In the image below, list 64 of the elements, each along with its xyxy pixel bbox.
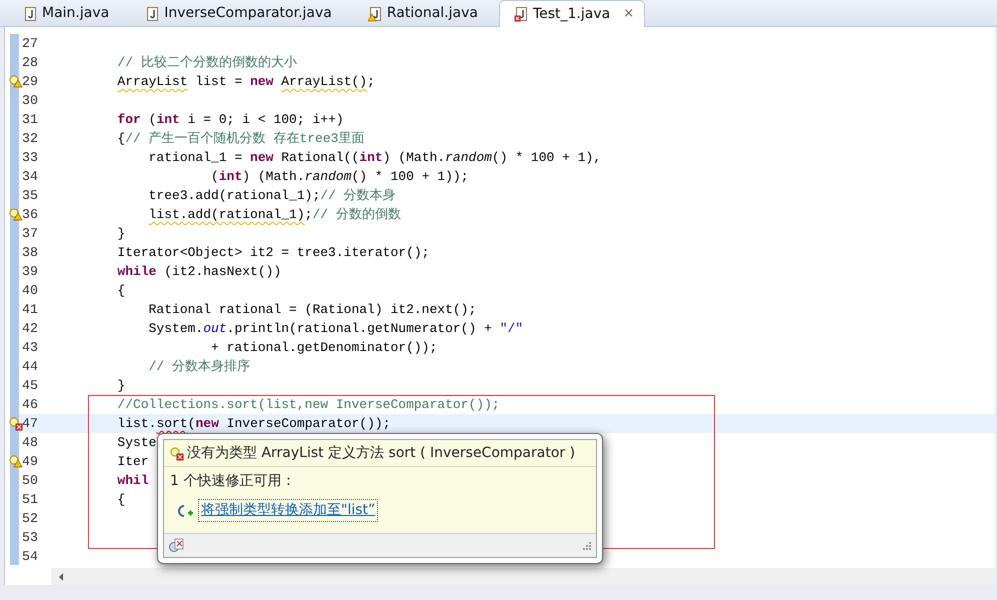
- line-number: 39: [22, 262, 38, 281]
- line-number: 49: [22, 452, 38, 471]
- line-number: 46: [22, 396, 38, 414]
- resize-grip-icon: [581, 540, 592, 551]
- code-line: {: [116, 282, 126, 300]
- close-icon[interactable]: ⨯: [623, 4, 634, 24]
- lightbulb-error-icon: [170, 446, 184, 460]
- line-number: 34: [22, 168, 38, 186]
- editor-tab[interactable]: Test_1.java ⨯: [498, 0, 646, 27]
- quick-fix-icon: [178, 504, 194, 518]
- line-number: 42: [22, 320, 38, 338]
- code-line: list.add(rational_1);// 分数的倒数: [148, 206, 401, 224]
- scroll-left-icon: [57, 572, 65, 582]
- line-number: 50: [22, 472, 38, 490]
- code-line: rational_1 = new Rational((int) (Math.random() * 100 + 1),: [148, 148, 602, 167]
- code-line: }: [116, 376, 126, 395]
- code-line: // 分数本身排序: [148, 358, 250, 376]
- code-line: ArrayList list = new ArrayList();: [116, 72, 375, 91]
- code-line: //Collections.sort(list,new InverseComparator());: [116, 396, 500, 414]
- line-number: 45: [22, 376, 38, 395]
- code-line: Syste: [116, 434, 156, 452]
- line-number: 31: [22, 110, 38, 129]
- line-number: 44: [22, 358, 38, 376]
- line-number: 28: [22, 54, 38, 72]
- code-line: System.out.println(rational.getNumerator() + "/": [148, 320, 524, 338]
- editor-tab[interactable]: InverseComparator.java: [130, 0, 343, 26]
- code-line: Iter: [116, 452, 149, 471]
- line-number: 35: [22, 186, 38, 205]
- code-line: Rational rational = (Rational) it2.next();: [148, 300, 476, 319]
- popup-title: 没有为类型 ArrayList 定义方法 sort ( InverseComparator ): [187, 444, 576, 462]
- code-line: {: [116, 490, 126, 509]
- code-line: (int) (Math.random() * 100 + 1));: [210, 168, 469, 186]
- code-line: for (int i = 0; i < 100; i++): [116, 110, 344, 129]
- line-number: 54: [22, 548, 38, 566]
- line-number: 47: [22, 414, 38, 433]
- line-number: 33: [22, 148, 38, 167]
- line-number: 36: [22, 206, 38, 224]
- settings-icon: [168, 538, 184, 553]
- line-number: 32: [22, 130, 38, 148]
- code-line: Iterator<Object> it2 = tree3.iterator();: [116, 244, 430, 262]
- line-number: 52: [22, 510, 38, 528]
- code-line: while (it2.hasNext()): [116, 262, 282, 281]
- code-line: {// 产生一百个随机分数 存在tree3里面: [116, 130, 364, 148]
- line-number: 27: [22, 34, 38, 53]
- line-number: 38: [22, 244, 38, 262]
- editor-tab[interactable]: Rational.java: [352, 0, 489, 26]
- line-number: 37: [22, 224, 38, 243]
- line-number: 29: [22, 72, 38, 91]
- fix-count-text: 1 个快速修正可用：: [170, 472, 296, 491]
- quick-fix-link[interactable]: 将强制类型转换添加至"list”: [198, 499, 378, 522]
- code-line: + rational.getDenominator());: [210, 338, 438, 357]
- code-line: // 比较二个分数的倒数的大小: [116, 54, 297, 72]
- code-line: whil: [116, 472, 149, 490]
- line-number: 53: [22, 528, 38, 547]
- line-number: 43: [22, 338, 38, 357]
- code-line: list.sort(new InverseComparator());: [116, 414, 391, 433]
- code-line: }: [116, 224, 126, 243]
- code-line: tree3.add(rational_1);// 分数本身: [148, 186, 396, 205]
- line-number: 40: [22, 282, 38, 300]
- line-number: 41: [22, 300, 38, 319]
- editor-tab[interactable]: Main.java: [8, 0, 120, 26]
- line-number: 30: [22, 92, 38, 110]
- line-number: 51: [22, 490, 38, 509]
- line-number: 48: [22, 434, 38, 452]
